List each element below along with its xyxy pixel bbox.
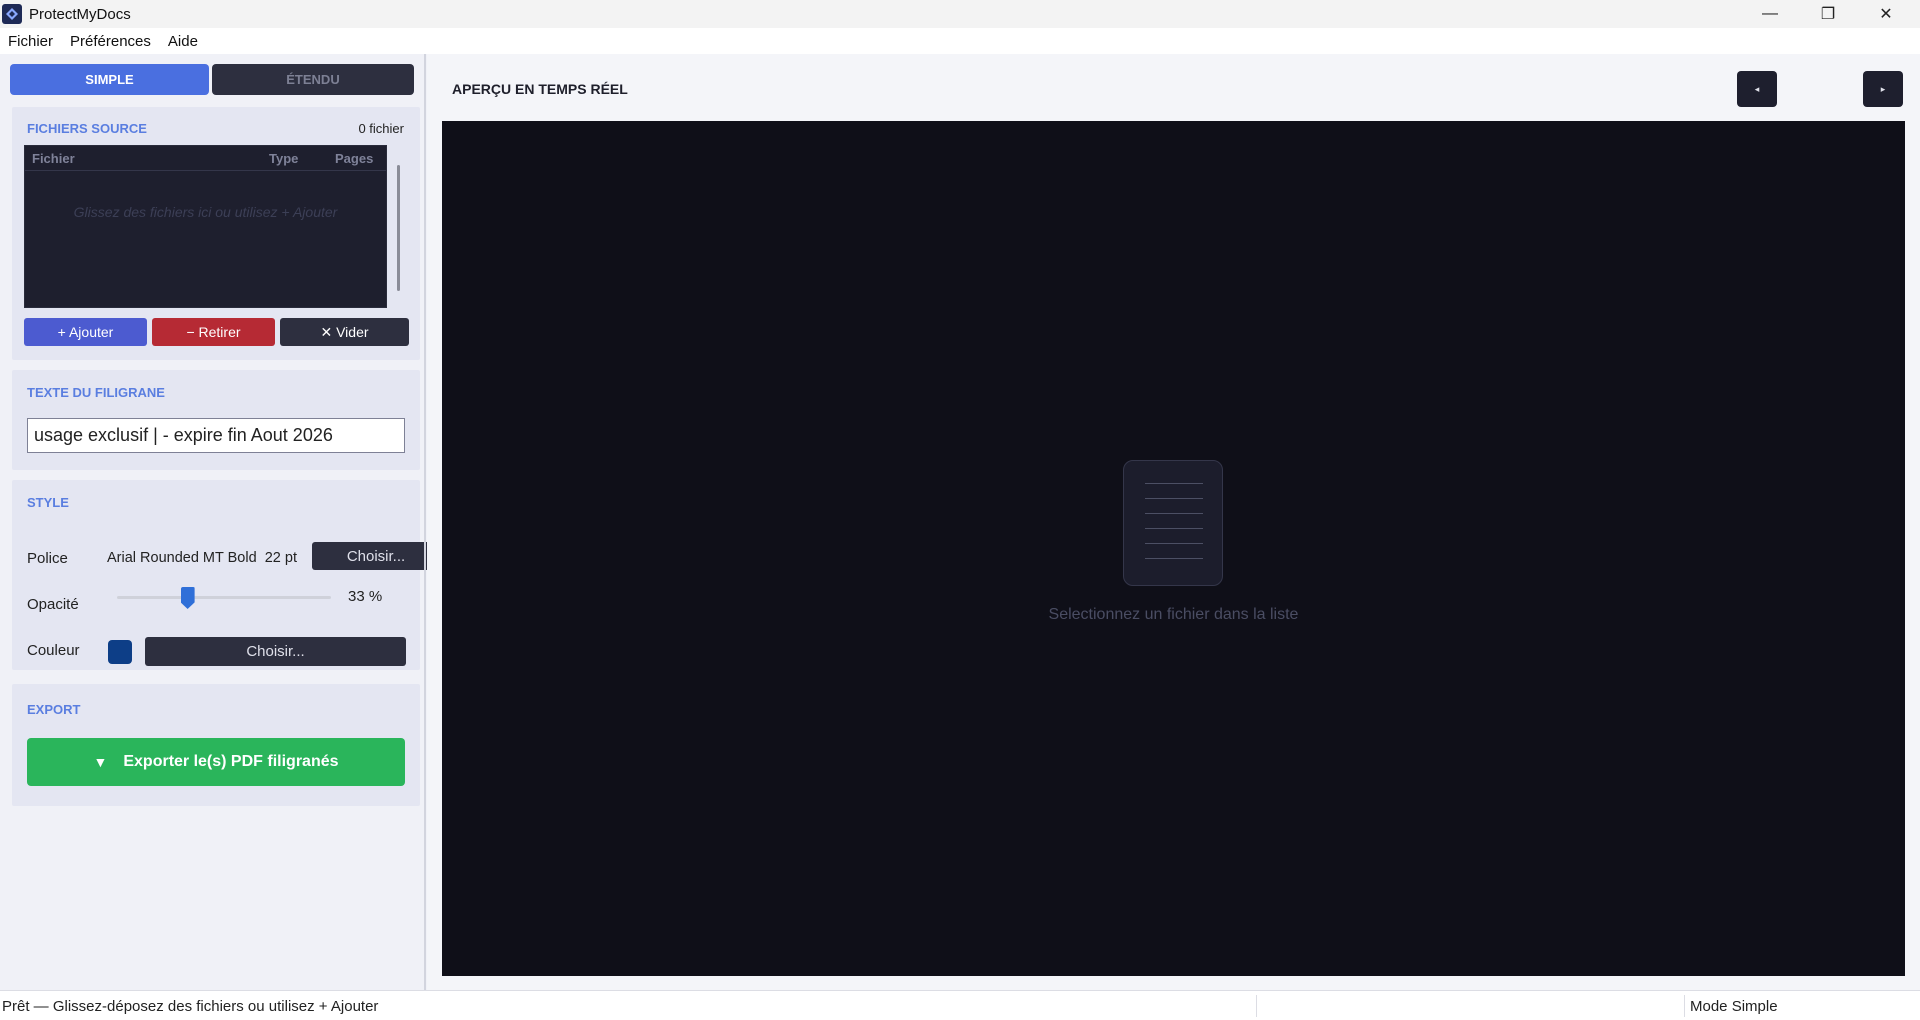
window-title: ProtectMyDocs: [29, 5, 131, 23]
export-pdf-button[interactable]: ▼ Exporter le(s) PDF filigranés: [27, 738, 405, 786]
export-section: EXPORT ▼ Exporter le(s) PDF filigranés: [12, 684, 420, 806]
watermark-title: TEXTE DU FILIGRANE: [27, 385, 165, 400]
title-bar: ProtectMyDocs — ❐ ✕: [0, 0, 1920, 28]
preview-panel: APERÇU EN TEMPS RÉEL ◂ ▸ Selectionnez un…: [427, 54, 1920, 990]
font-family-value: Arial Rounded MT Bold: [107, 550, 257, 566]
choose-color-button[interactable]: Choisir...: [145, 637, 406, 666]
file-list-scrollbar[interactable]: [397, 165, 400, 291]
download-arrow-icon: ▼: [93, 754, 108, 770]
document-icon: [1123, 460, 1223, 586]
preview-empty-hint: Selectionnez un fichier dans la liste: [1048, 606, 1299, 623]
next-arrow-icon: ▸: [1880, 83, 1886, 94]
clear-files-button[interactable]: ✕ Vider: [280, 318, 409, 346]
minimize-icon: —: [1762, 5, 1778, 22]
next-page-button[interactable]: ▸: [1863, 71, 1903, 107]
export-title: EXPORT: [27, 702, 81, 717]
font-name: Arial Rounded MT Bold 22 pt: [107, 550, 297, 566]
restore-button[interactable]: ❐: [1799, 0, 1857, 28]
menu-bar: Fichier Préférences Aide: [0, 28, 1920, 54]
file-list-empty-hint: Glissez des fichiers ici ou utilisez + A…: [73, 204, 338, 220]
opacity-value: 33 %: [348, 588, 383, 605]
choose-font-button[interactable]: Choisir...: [312, 542, 440, 570]
color-label: Couleur: [27, 642, 80, 659]
style-section: STYLE Police Arial Rounded MT Bold 22 pt…: [12, 480, 440, 670]
status-text: Prêt — Glissez-déposez des fichiers ou u…: [2, 998, 379, 1015]
app-logo-icon: [2, 4, 22, 24]
column-pages[interactable]: Pages: [335, 151, 373, 166]
style-title: STYLE: [27, 495, 69, 510]
opacity-label: Opacité: [27, 596, 79, 613]
restore-icon: ❐: [1820, 6, 1836, 23]
column-fichier[interactable]: Fichier: [32, 151, 75, 166]
export-button-label: Exporter le(s) PDF filigranés: [123, 753, 339, 770]
previous-page-button[interactable]: ◂: [1737, 71, 1777, 107]
file-list-header: Fichier Type Pages: [25, 146, 386, 171]
status-separator: [1684, 995, 1685, 1017]
menu-aide[interactable]: Aide: [168, 33, 198, 50]
remove-file-button[interactable]: − Retirer: [152, 318, 275, 346]
file-list[interactable]: Fichier Type Pages Glissez des fichiers …: [24, 145, 387, 308]
close-icon: ✕: [1879, 6, 1893, 23]
doc-line: [1145, 558, 1203, 559]
doc-line: [1145, 513, 1203, 514]
status-separator: [1256, 995, 1257, 1017]
previous-arrow-icon: ◂: [1754, 83, 1760, 94]
status-mode: Mode Simple: [1690, 998, 1778, 1015]
opacity-slider-thumb[interactable]: [180, 587, 195, 609]
color-swatch[interactable]: [108, 640, 132, 664]
preview-title: APERÇU EN TEMPS RÉEL: [452, 81, 628, 97]
add-files-button[interactable]: + Ajouter: [24, 318, 147, 346]
doc-line: [1145, 498, 1203, 499]
close-button[interactable]: ✕: [1857, 0, 1915, 28]
mode-etendu-tab[interactable]: ÉTENDU: [212, 64, 414, 95]
menu-preferences[interactable]: Préférences: [70, 33, 151, 50]
menu-fichier[interactable]: Fichier: [8, 33, 53, 50]
doc-line: [1145, 483, 1203, 484]
file-count: 0 fichier: [358, 121, 404, 136]
status-bar: Prêt — Glissez-déposez des fichiers ou u…: [0, 990, 1920, 1020]
sources-section: FICHIERS SOURCE 0 fichier Fichier Type P…: [12, 107, 420, 360]
opacity-slider-track[interactable]: [117, 596, 331, 599]
doc-line: [1145, 528, 1203, 529]
doc-line: [1145, 543, 1203, 544]
minimize-button[interactable]: —: [1741, 0, 1799, 28]
preview-canvas[interactable]: Selectionnez un fichier dans la liste: [442, 121, 1905, 976]
mode-simple-tab[interactable]: SIMPLE: [10, 64, 209, 95]
left-panel: SIMPLE ÉTENDU FICHIERS SOURCE 0 fichier …: [0, 54, 440, 990]
font-size-value: 22 pt: [264, 550, 297, 566]
watermark-text-input[interactable]: usage exclusif | - expire fin Aout 2026: [27, 418, 405, 453]
column-type[interactable]: Type: [269, 151, 298, 166]
sources-title: FICHIERS SOURCE: [27, 121, 147, 136]
panel-splitter[interactable]: [424, 54, 426, 990]
police-label: Police: [27, 550, 68, 567]
watermark-section: TEXTE DU FILIGRANE usage exclusif | - ex…: [12, 370, 420, 470]
